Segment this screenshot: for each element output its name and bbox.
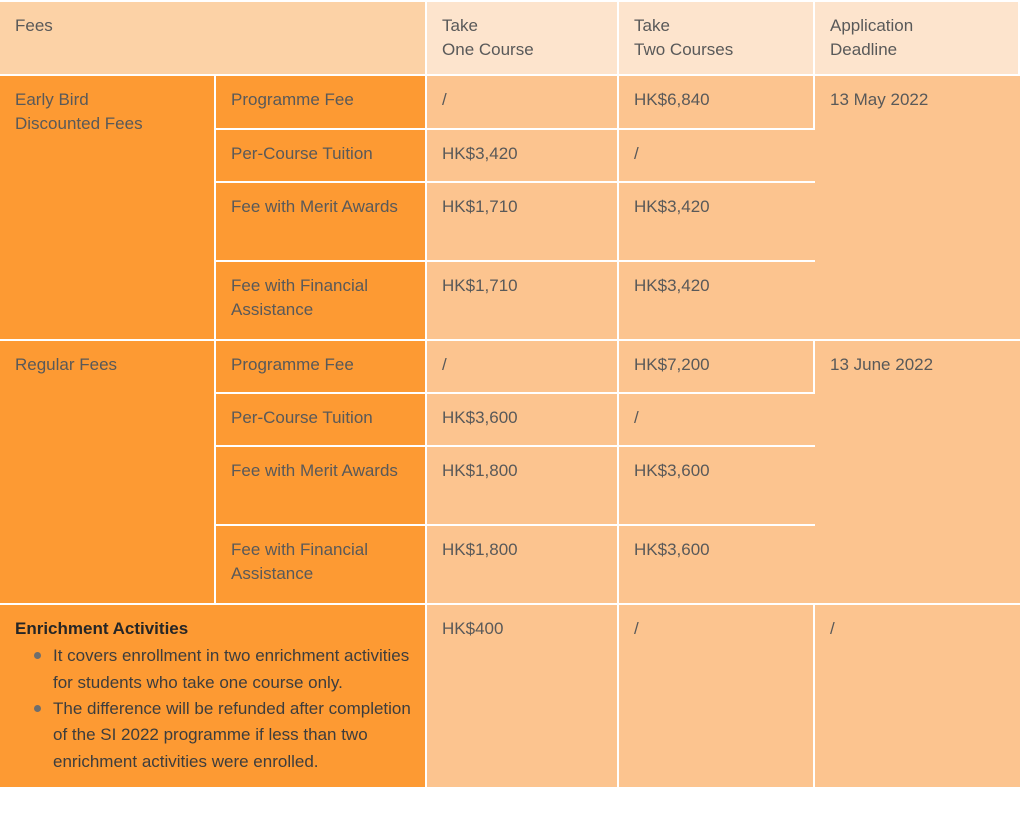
- column-header-application-deadline: Application Deadline: [815, 0, 1020, 77]
- row-label-programme-fee: Programme Fee: [216, 341, 428, 395]
- column-header-deadline-line1: Application: [830, 16, 914, 35]
- cell-regular-financial-assistance-take-two: HK$3,600: [619, 526, 816, 606]
- table-body: Early Bird Discounted Fees Programme Fee…: [0, 76, 1020, 788]
- row-label-line1: Fee with Financial: [231, 540, 369, 560]
- cell-early-bird-merit-awards-take-one: HK$1,710: [427, 183, 620, 263]
- row-label-fee-with-merit-awards: Fee with Merit Awards: [216, 183, 428, 263]
- group-label-early-bird: Early Bird Discounted Fees: [0, 76, 216, 342]
- cell-early-bird-programme-fee-take-two: HK$6,840: [619, 76, 816, 131]
- row-label-line2: Awards: [341, 197, 398, 217]
- cell-enrichment-take-two: /: [619, 605, 816, 788]
- column-header-take-one-line2: One Course: [442, 40, 534, 60]
- cell-enrichment-deadline: /: [815, 605, 1020, 788]
- cell-enrichment-take-one: HK$400: [427, 605, 620, 788]
- row-label-per-course-tuition: Per-Course Tuition: [216, 394, 428, 448]
- list-item-text: The difference will be refunded after co…: [53, 699, 411, 771]
- row-label-fee-with-merit-awards: Fee with Merit Awards: [216, 447, 428, 527]
- cell-regular-programme-fee-take-one: /: [427, 341, 620, 395]
- column-header-deadline-line2: Deadline: [830, 40, 898, 60]
- cell-early-bird-deadline: 13 May 2022: [815, 76, 1020, 342]
- column-header-take-one-course: Take One Course: [427, 0, 620, 77]
- cell-early-bird-per-course-tuition-take-one: HK$3,420: [427, 130, 620, 184]
- cell-early-bird-per-course-tuition-take-two: /: [619, 130, 816, 184]
- column-header-take-one-line1: Take: [442, 16, 478, 35]
- cell-regular-merit-awards-take-two: HK$3,600: [619, 447, 816, 527]
- enrichment-activities-title: Enrichment Activities: [15, 619, 189, 639]
- cell-regular-per-course-tuition-take-one: HK$3,600: [427, 394, 620, 448]
- table-row: Regular Fees Programme Fee / HK$7,200 13…: [0, 341, 1020, 606]
- cell-regular-merit-awards-take-one: HK$1,800: [427, 447, 620, 527]
- cell-early-bird-financial-assistance-take-two: HK$3,420: [619, 262, 816, 342]
- enrichment-activities-block: Enrichment Activities It covers enrollme…: [0, 605, 428, 788]
- row-label-per-course-tuition: Per-Course Tuition: [216, 130, 428, 184]
- row-label-line1: Programme Fee: [231, 355, 354, 375]
- bullet-icon: [34, 705, 41, 713]
- bullet-icon: [34, 652, 41, 660]
- cell-regular-financial-assistance-take-one: HK$1,800: [427, 526, 620, 606]
- list-item: It covers enrollment in two enrichment a…: [34, 643, 411, 696]
- cell-regular-deadline: 13 June 2022: [815, 341, 1020, 606]
- group-label-regular-fees-line1: Regular Fees: [15, 355, 118, 375]
- column-header-take-two-courses: Take Two Courses: [619, 0, 816, 77]
- enrichment-activities-list: It covers enrollment in two enrichment a…: [15, 643, 411, 775]
- header-row: Fees Take One Course Take Two Courses Ap…: [0, 0, 1020, 77]
- cell-regular-programme-fee-take-two: HK$7,200: [619, 341, 816, 395]
- row-label-fee-with-financial-assistance: Fee with Financial Assistance: [216, 262, 428, 342]
- row-label-line2: Awards: [341, 461, 398, 481]
- row-label-line1: Fee with Financial: [231, 276, 369, 296]
- table-header: Fees Take One Course Take Two Courses Ap…: [0, 0, 1020, 77]
- group-label-early-bird-line1: Early Bird: [15, 90, 89, 110]
- row-label-line2: Assistance: [231, 300, 314, 320]
- table-row: Enrichment Activities It covers enrollme…: [0, 605, 1020, 788]
- column-header-fees: Fees: [0, 0, 428, 77]
- cell-early-bird-merit-awards-take-two: HK$3,420: [619, 183, 816, 263]
- group-label-regular-fees: Regular Fees: [0, 341, 216, 606]
- row-label-fee-with-financial-assistance: Fee with Financial Assistance: [216, 526, 428, 606]
- cell-regular-per-course-tuition-take-two: /: [619, 394, 816, 448]
- row-label-line1: Per-Course Tuition: [231, 144, 373, 164]
- row-label-line1: Per-Course Tuition: [231, 408, 373, 428]
- row-label-line1: Fee with Merit: [231, 461, 338, 481]
- row-label-line1: Programme Fee: [231, 90, 354, 110]
- fees-table: Fees Take One Course Take Two Courses Ap…: [0, 0, 1020, 788]
- row-label-programme-fee: Programme Fee: [216, 76, 428, 131]
- list-item-text: It covers enrollment in two enrichment a…: [53, 646, 410, 692]
- group-label-early-bird-line2: Discounted Fees: [15, 114, 143, 134]
- column-header-take-two-line1: Take: [634, 16, 670, 35]
- row-label-line1: Fee with Merit: [231, 197, 338, 217]
- cell-early-bird-financial-assistance-take-one: HK$1,710: [427, 262, 620, 342]
- table-row: Early Bird Discounted Fees Programme Fee…: [0, 76, 1020, 342]
- row-label-line2: Assistance: [231, 564, 314, 584]
- cell-early-bird-programme-fee-take-one: /: [427, 76, 620, 131]
- column-header-take-two-line2: Two Courses: [634, 40, 734, 60]
- list-item: The difference will be refunded after co…: [34, 696, 411, 775]
